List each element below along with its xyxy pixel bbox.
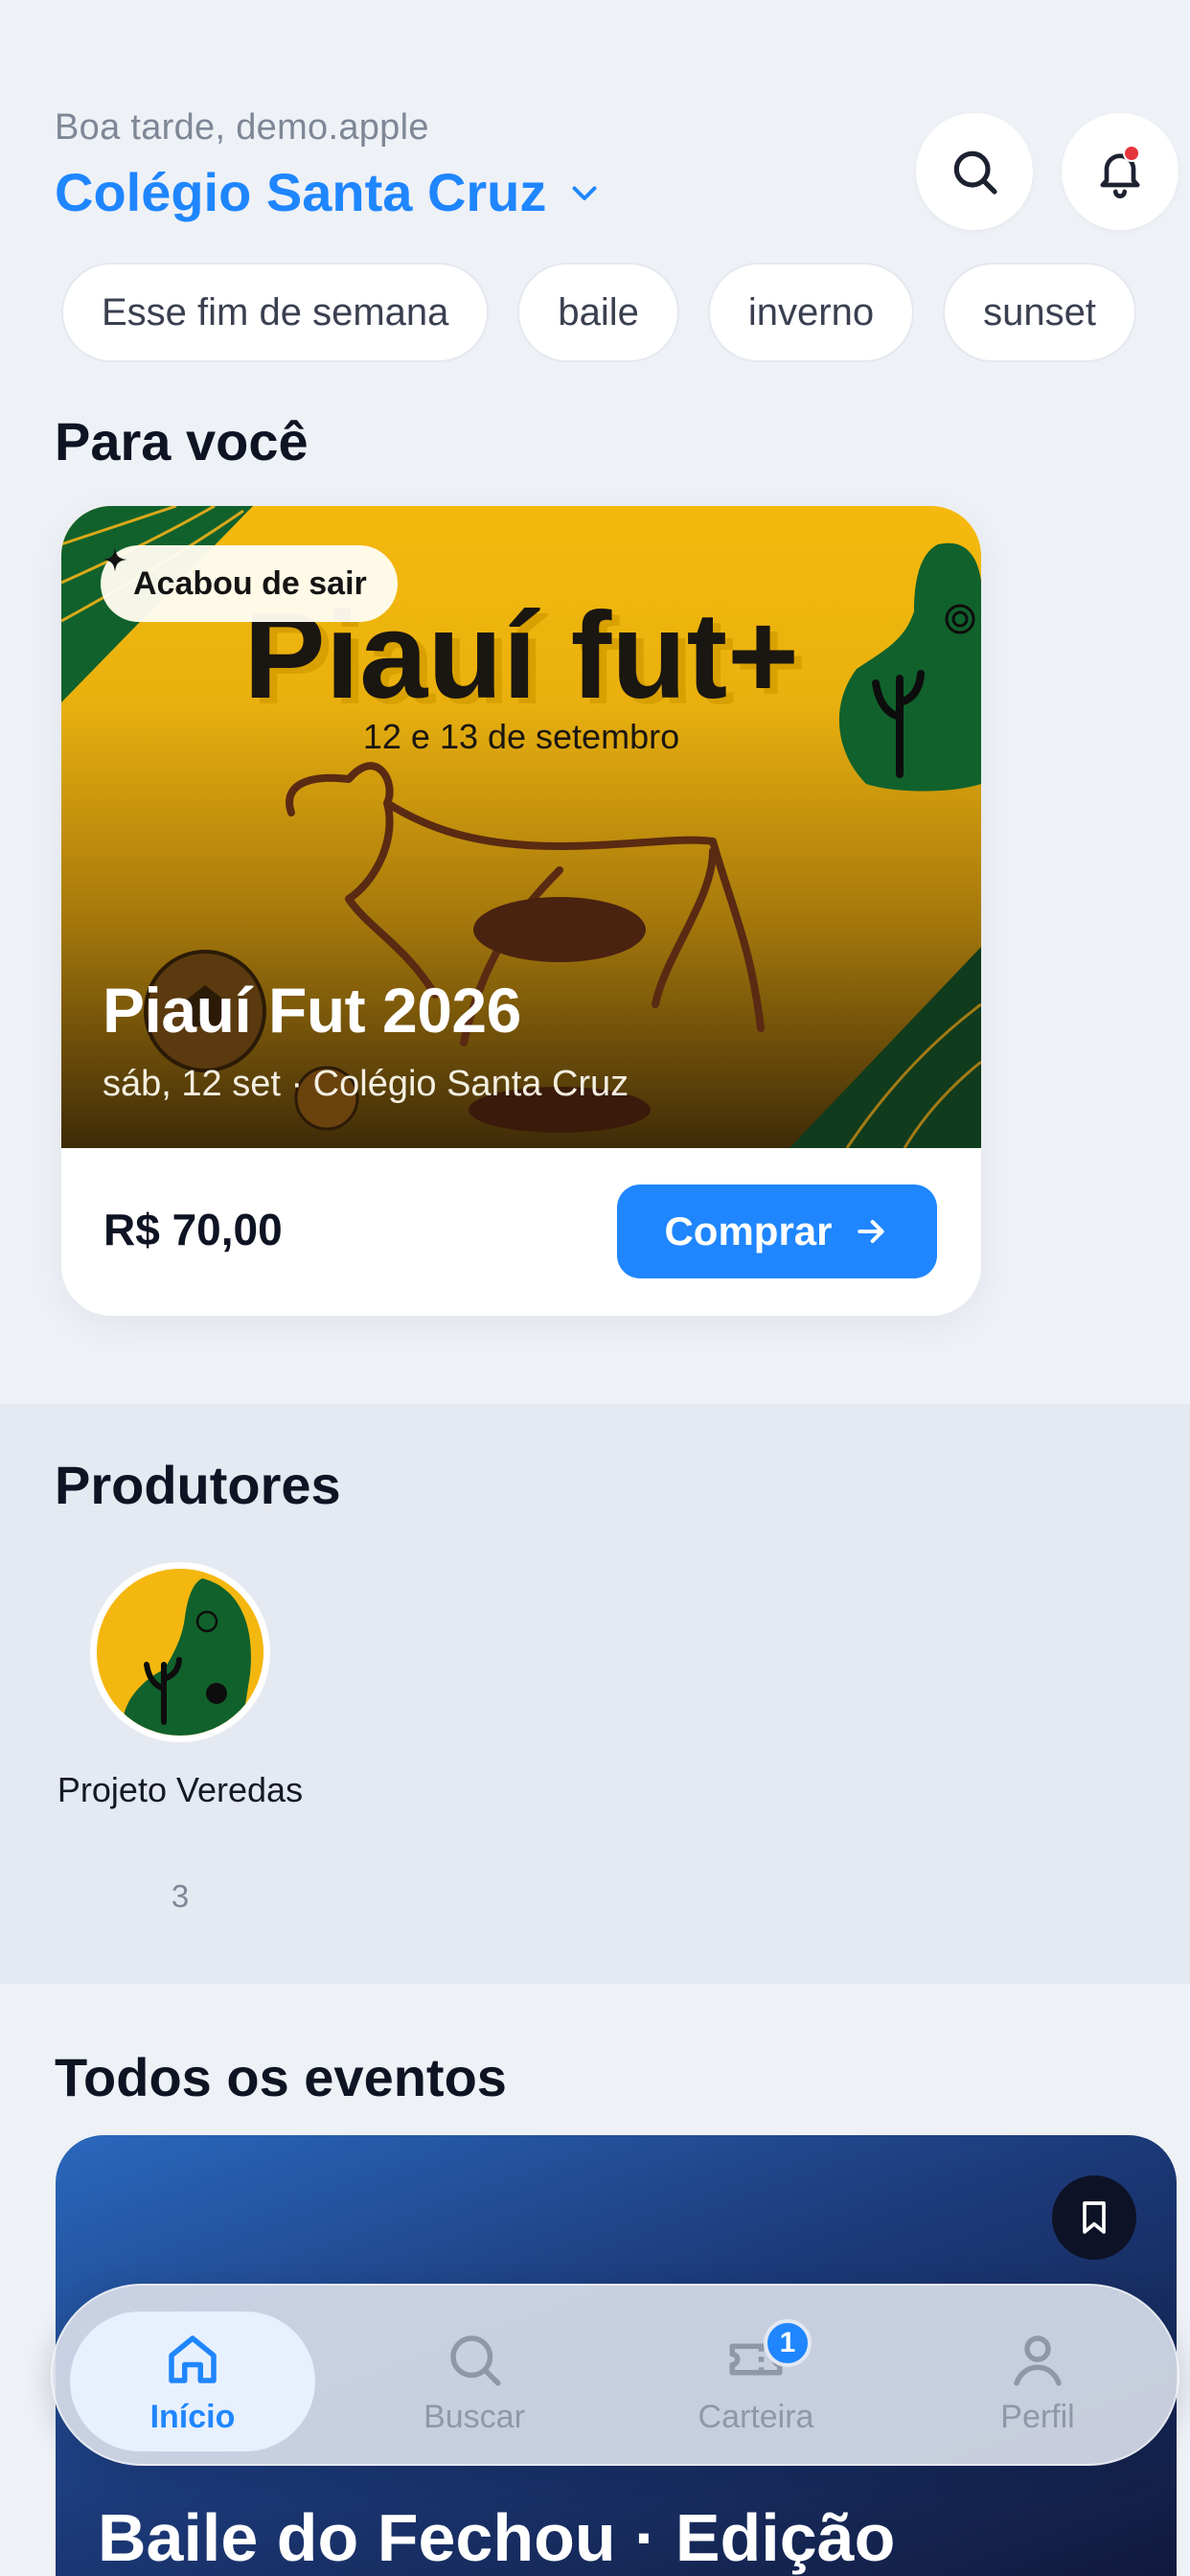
- chip-baile[interactable]: baile: [517, 263, 679, 362]
- filter-chips: Esse fim de semana baile inverno sunset: [61, 263, 1136, 362]
- tab-profile-label: Perfil: [1000, 2398, 1075, 2435]
- chip-weekend[interactable]: Esse fim de semana: [61, 263, 490, 362]
- search-button[interactable]: [916, 113, 1033, 230]
- section-title-producers: Produtores: [55, 1455, 341, 1515]
- tab-home[interactable]: Início: [70, 2312, 315, 2451]
- search-icon: [953, 150, 997, 195]
- bookmark-icon: [1083, 2201, 1106, 2234]
- section-title-all-events: Todos os eventos: [55, 2047, 507, 2107]
- wallet-count-badge: 1: [764, 2319, 812, 2367]
- arrow-right-icon: [857, 1220, 884, 1243]
- school-name: Colégio Santa Cruz: [55, 162, 547, 222]
- event-meta: sáb, 12 set · Colégio Santa Cruz: [103, 1064, 629, 1104]
- search-icon: [450, 2334, 501, 2385]
- badge-label: Acabou de sair: [133, 564, 367, 602]
- tab-search-label: Buscar: [423, 2398, 525, 2435]
- user-icon: [1014, 2334, 1062, 2385]
- tab-home-label: Início: [149, 2398, 236, 2435]
- event-price: R$ 70,00: [103, 1205, 283, 1254]
- featured-event-card[interactable]: Piauí fut+ Piauí fut+ 12 e 13 de setembr…: [61, 506, 981, 1316]
- event-title: Piauí Fut 2026: [103, 975, 521, 1046]
- producer-logo: [97, 1569, 263, 1736]
- bottom-tab-bar: Início Buscar Carteira 1 Perfil: [51, 2284, 1179, 2466]
- producer-event-count: 3: [171, 1878, 190, 1914]
- chip-sunset[interactable]: sunset: [943, 263, 1136, 362]
- buy-button[interactable]: Comprar: [617, 1184, 937, 1278]
- tab-profile[interactable]: Perfil: [915, 2312, 1160, 2451]
- new-release-badge: Acabou de sair: [101, 545, 398, 622]
- event-poster-image: Piauí fut+ Piauí fut+ 12 e 13 de setembr…: [61, 506, 981, 1148]
- producers-section: Produtores Projeto Veredas 3: [0, 1404, 1190, 1984]
- tab-wallet[interactable]: Carteira 1: [633, 2312, 879, 2451]
- event-card-title: Baile do Fechou · Edição: [98, 2500, 896, 2575]
- tab-wallet-label: Carteira: [698, 2398, 814, 2435]
- chip-inverno[interactable]: inverno: [707, 263, 915, 362]
- section-title-for-you: Para você: [55, 411, 309, 472]
- notifications-button[interactable]: [1062, 113, 1179, 230]
- school-selector[interactable]: Colégio Santa Cruz: [55, 161, 602, 223]
- notification-dot: [1123, 145, 1140, 162]
- poster-dates: 12 e 13 de setembro: [363, 717, 679, 756]
- producer-avatar[interactable]: [90, 1562, 270, 1742]
- sparkle-icon: [103, 547, 127, 572]
- tab-search[interactable]: Buscar: [352, 2312, 597, 2451]
- producer-name[interactable]: Projeto Veredas: [56, 1768, 305, 1811]
- chevron-down-icon: [572, 186, 597, 200]
- buy-button-label: Comprar: [664, 1208, 833, 1254]
- bookmark-button[interactable]: [1052, 2175, 1136, 2260]
- home-icon: [169, 2334, 217, 2383]
